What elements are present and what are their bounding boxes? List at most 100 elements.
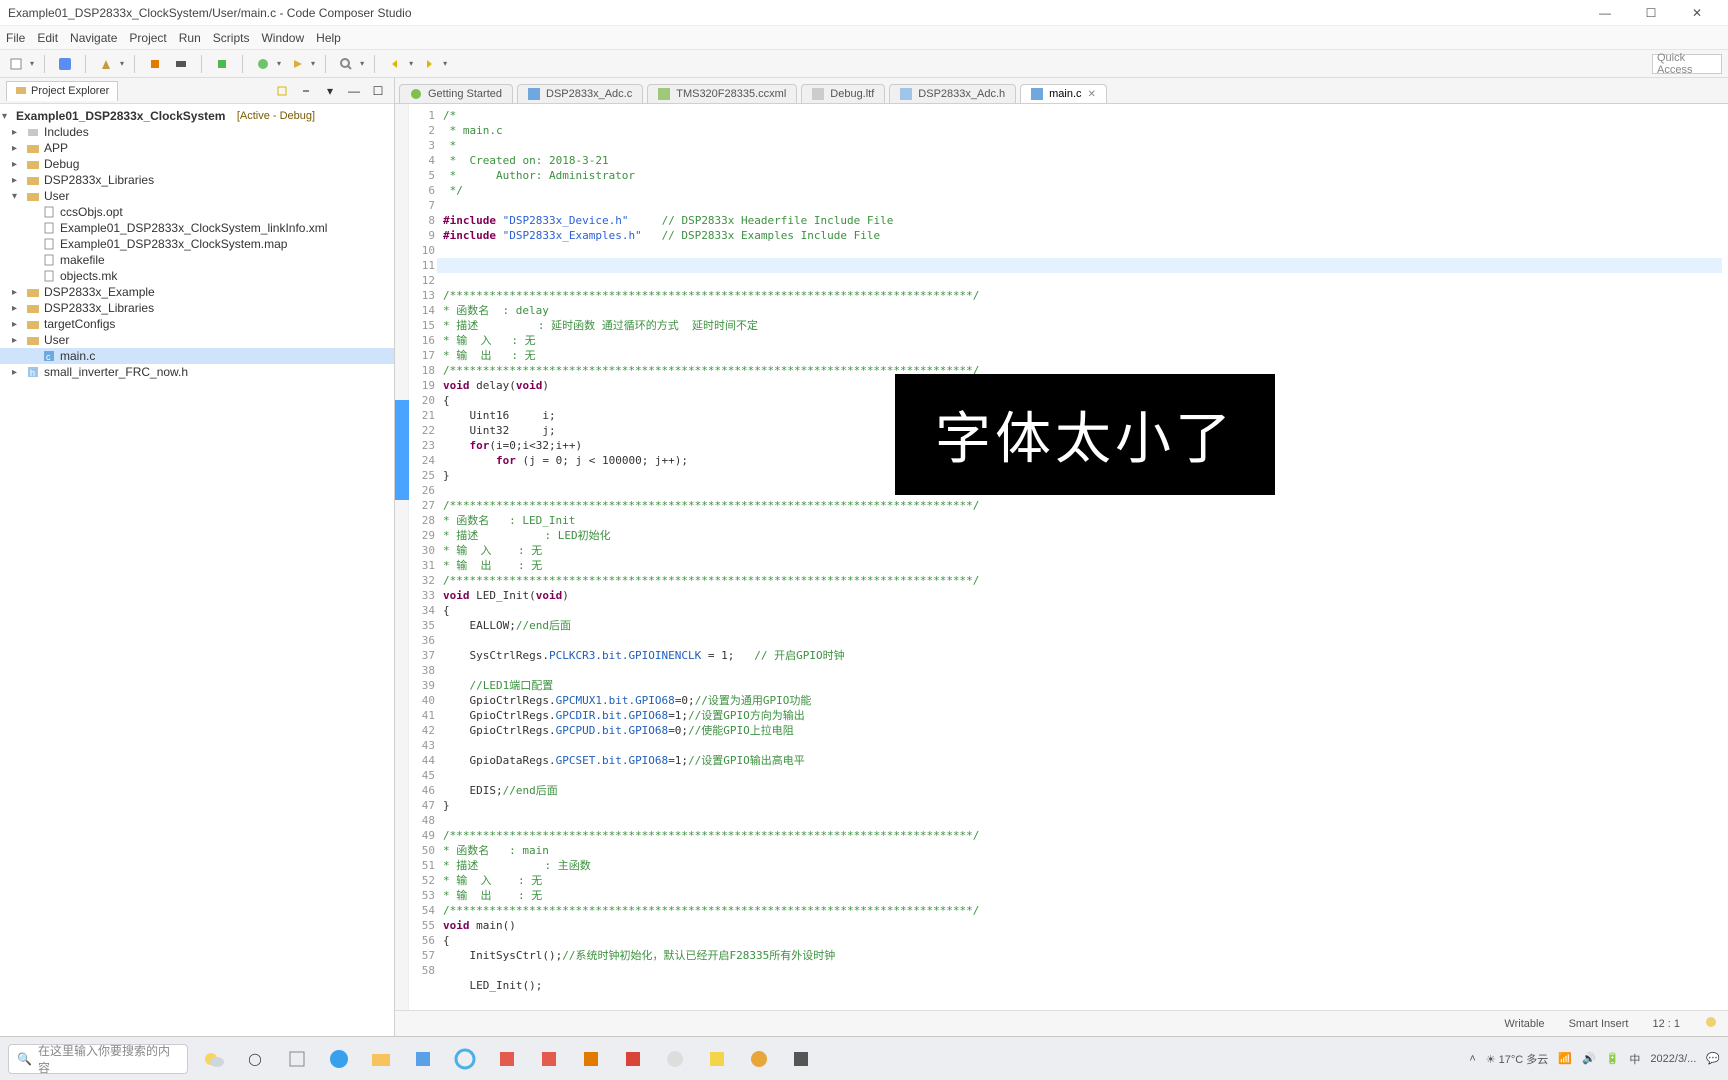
quick-access-input[interactable]: Quick Access [1652, 54, 1722, 74]
caret-icon[interactable]: ▸ [12, 175, 22, 186]
tree-item[interactable]: ▸DSP2833x_Libraries [0, 172, 394, 188]
view-menu-button[interactable]: ▾ [320, 81, 340, 101]
debug-dropdown-icon[interactable]: ▾ [277, 59, 281, 68]
editor-tab[interactable]: TMS320F28335.ccxml [647, 84, 797, 103]
panel-maximize-button[interactable]: ☐ [368, 81, 388, 101]
tree-item[interactable]: ▸Debug [0, 156, 394, 172]
caret-icon[interactable]: ▸ [12, 303, 22, 314]
link-editor-button[interactable] [296, 81, 316, 101]
code-editor-area[interactable]: /* * main.c * * Created on: 2018-3-21 * … [437, 104, 1728, 1010]
taskbar-app-icon[interactable] [406, 1042, 440, 1076]
caret-icon[interactable]: ▾ [12, 191, 22, 202]
forward-button[interactable] [419, 54, 439, 74]
menu-scripts[interactable]: Scripts [213, 31, 250, 45]
tray-clock[interactable]: 2022/3/... [1650, 1053, 1696, 1065]
tree-item[interactable]: ▸hsmall_inverter_FRC_now.h [0, 364, 394, 380]
tree-item[interactable]: ▸APP [0, 140, 394, 156]
run-dropdown-icon[interactable]: ▾ [311, 59, 315, 68]
caret-icon[interactable]: ▸ [12, 367, 22, 378]
taskbar-app-icon[interactable] [784, 1042, 818, 1076]
collapse-all-button[interactable] [272, 81, 292, 101]
stop-button[interactable] [212, 54, 232, 74]
taskbar-app-icon[interactable] [742, 1042, 776, 1076]
network-icon[interactable]: 📶 [1558, 1052, 1572, 1065]
taskview-button[interactable]: ◯ [238, 1042, 272, 1076]
weather-tray[interactable]: ☀ 17°C 多云 [1486, 1051, 1549, 1067]
minimize-button[interactable]: — [1582, 0, 1628, 26]
file-explorer-icon[interactable] [364, 1042, 398, 1076]
taskbar-app-icon[interactable] [658, 1042, 692, 1076]
caret-icon[interactable]: ▸ [12, 287, 22, 298]
new-dropdown-icon[interactable]: ▾ [30, 59, 34, 68]
battery-icon[interactable]: 🔋 [1606, 1052, 1620, 1065]
editor-tab[interactable]: Debug.ltf [801, 84, 885, 103]
taskbar-app-icon[interactable] [700, 1042, 734, 1076]
menu-edit[interactable]: Edit [37, 31, 58, 45]
menu-project[interactable]: Project [129, 31, 166, 45]
ime-icon[interactable]: 中 [1629, 1051, 1640, 1067]
new-button[interactable] [6, 54, 26, 74]
taskbar-app-icon[interactable] [490, 1042, 524, 1076]
close-window-button[interactable]: ✕ [1674, 0, 1720, 26]
tree-item[interactable]: objects.mk [0, 268, 394, 284]
caret-icon[interactable]: ▸ [12, 127, 22, 138]
tree-item[interactable]: cmain.c [0, 348, 394, 364]
menu-window[interactable]: Window [261, 31, 304, 45]
tree-item[interactable]: ▸DSP2833x_Example [0, 284, 394, 300]
panel-minimize-button[interactable]: — [344, 81, 364, 101]
tree-item[interactable]: ▸Includes [0, 124, 394, 140]
build-dropdown-icon[interactable]: ▾ [120, 59, 124, 68]
project-explorer-tab[interactable]: Project Explorer [6, 81, 118, 101]
flash-button[interactable] [145, 54, 165, 74]
debug-button[interactable] [253, 54, 273, 74]
save-button[interactable] [55, 54, 75, 74]
tree-item[interactable]: makefile [0, 252, 394, 268]
tree-item[interactable]: ▸DSP2833x_Libraries [0, 300, 394, 316]
caret-icon[interactable]: ▸ [12, 319, 22, 330]
taskbar-app-icon[interactable] [448, 1042, 482, 1076]
caret-down-icon[interactable]: ▾ [2, 111, 12, 122]
menu-file[interactable]: File [6, 31, 25, 45]
menu-run[interactable]: Run [179, 31, 201, 45]
edge-icon[interactable] [322, 1042, 356, 1076]
maximize-button[interactable]: ☐ [1628, 0, 1674, 26]
taskbar-app-icon[interactable] [574, 1042, 608, 1076]
back-dropdown-icon[interactable]: ▾ [409, 59, 413, 68]
forward-dropdown-icon[interactable]: ▾ [443, 59, 447, 68]
taskbar-app-icon[interactable] [532, 1042, 566, 1076]
editor-tab[interactable]: Getting Started [399, 84, 513, 103]
caret-icon[interactable]: ▸ [12, 159, 22, 170]
taskbar-search-input[interactable]: 🔍 在这里输入你要搜索的内容 [8, 1044, 188, 1074]
project-tree[interactable]: ▾ Example01_DSP2833x_ClockSystem [Active… [0, 104, 394, 1036]
editor-tab[interactable]: DSP2833x_Adc.h [889, 84, 1016, 103]
tree-item[interactable]: ▸targetConfigs [0, 316, 394, 332]
editor-body[interactable]: 1 2 3 4 5 6 7 8 9 10 11 12 13 14 15 16 1… [395, 104, 1728, 1010]
menu-help[interactable]: Help [316, 31, 341, 45]
tray-up-icon[interactable]: ˄ [1469, 1053, 1475, 1065]
search-dropdown-icon[interactable]: ▾ [360, 59, 364, 68]
tree-item[interactable]: ▾User [0, 188, 394, 204]
chip-button[interactable] [171, 54, 191, 74]
project-root[interactable]: ▾ Example01_DSP2833x_ClockSystem [Active… [0, 108, 394, 124]
weather-widget-icon[interactable] [196, 1042, 230, 1076]
notifications-icon[interactable]: 💬 [1706, 1052, 1720, 1065]
tree-item[interactable]: ccsObjs.opt [0, 204, 394, 220]
back-button[interactable] [385, 54, 405, 74]
tree-item[interactable]: Example01_DSP2833x_ClockSystem_linkInfo.… [0, 220, 394, 236]
search-button[interactable] [336, 54, 356, 74]
taskbar-app-icon[interactable] [616, 1042, 650, 1076]
system-tray[interactable]: ˄ ☀ 17°C 多云 📶 🔊 🔋 中 2022/3/... 💬 [1469, 1051, 1720, 1067]
caret-icon[interactable]: ▸ [12, 335, 22, 346]
file-icon [42, 269, 56, 283]
close-tab-icon[interactable]: ✕ [1088, 89, 1096, 100]
tree-item[interactable]: ▸User [0, 332, 394, 348]
menu-navigate[interactable]: Navigate [70, 31, 117, 45]
build-button[interactable] [96, 54, 116, 74]
volume-icon[interactable]: 🔊 [1582, 1052, 1596, 1065]
cortana-icon[interactable] [280, 1042, 314, 1076]
editor-tab[interactable]: main.c✕ [1020, 84, 1107, 103]
editor-tab[interactable]: DSP2833x_Adc.c [517, 84, 643, 103]
run-button[interactable] [287, 54, 307, 74]
caret-icon[interactable]: ▸ [12, 143, 22, 154]
tree-item[interactable]: Example01_DSP2833x_ClockSystem.map [0, 236, 394, 252]
